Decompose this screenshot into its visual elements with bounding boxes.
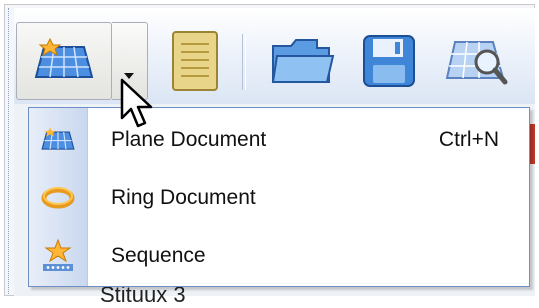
new-plane-document-button[interactable] — [16, 22, 112, 100]
sequence-star-icon — [39, 238, 77, 274]
menu-item-sequence[interactable]: Sequence — [29, 228, 529, 284]
folder-open-icon — [271, 39, 335, 83]
floppy-disk-icon — [363, 35, 415, 87]
notes-button[interactable] — [160, 22, 230, 100]
menu-item-label: Ring Document — [111, 186, 256, 209]
menu-item-shortcut: Ctrl+N — [438, 128, 499, 151]
app-frame: Stituux 3 Plane Document Ctrl+N Ring Doc… — [0, 0, 539, 307]
plane-grid-icon — [34, 37, 94, 78]
ring-icon — [39, 180, 77, 216]
plane-grid-icon — [39, 122, 77, 158]
toolbar-separator — [242, 34, 246, 90]
save-button[interactable] — [354, 22, 424, 100]
preview-button[interactable] — [438, 22, 518, 100]
menu-item-ring-document[interactable]: Ring Document — [29, 170, 529, 226]
notepad-icon — [172, 31, 218, 91]
menu-item-label: Sequence — [111, 244, 206, 267]
new-document-menu: Plane Document Ctrl+N Ring Document Sequ… — [28, 107, 530, 287]
menu-item-plane-document[interactable]: Plane Document Ctrl+N — [29, 112, 529, 168]
grid-magnifier-icon — [445, 41, 508, 85]
mouse-cursor-icon — [120, 78, 153, 128]
toolbar — [14, 8, 535, 105]
open-button[interactable] — [264, 22, 340, 100]
